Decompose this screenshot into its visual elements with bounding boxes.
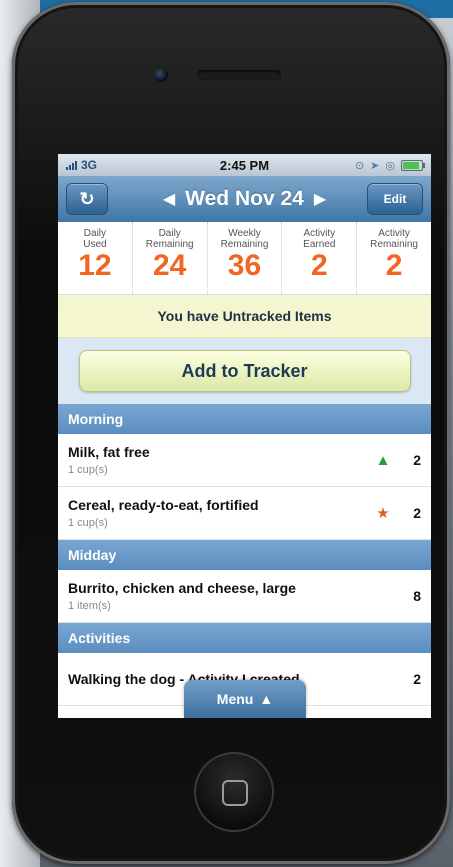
chevron-right-icon[interactable]: ▶ [304, 189, 336, 209]
list-item[interactable]: Cereal, ready-to-eat, fortified 1 cup(s)… [58, 487, 431, 540]
status-bar: 3G 2:45 PM ⊙ ➤ ◎ [58, 154, 431, 176]
item-points: 2 [413, 671, 421, 687]
stat-label: Daily Used [83, 228, 107, 250]
stat-weekly-remaining: Weekly Remaining 36 [208, 222, 283, 294]
app-screen: 3G 2:45 PM ⊙ ➤ ◎ ↻ ◀ Wed Nov 24 ▶ Edit D… [58, 154, 431, 718]
stat-value: 12 [78, 249, 112, 282]
nav-bar: ↻ ◀ Wed Nov 24 ▶ Edit [58, 176, 431, 222]
item-serving: 1 cup(s) [68, 517, 108, 529]
date-title: Wed Nov 24 [185, 187, 304, 210]
stat-value: 2 [310, 249, 328, 282]
item-points: 2 [413, 505, 421, 521]
clock: 2:45 PM [219, 157, 270, 173]
stat-value: 2 [385, 249, 403, 282]
home-square-icon [222, 780, 248, 806]
star-icon: ★ [376, 505, 390, 522]
item-serving: 1 cup(s) [68, 464, 108, 476]
item-points: 8 [413, 588, 421, 604]
untracked-notice[interactable]: You have Untracked Items [58, 295, 431, 338]
stat-value: 36 [227, 249, 262, 282]
stat-label: Activity Earned [303, 228, 336, 250]
refresh-icon: ↻ [79, 188, 95, 209]
item-points: 2 [413, 452, 421, 468]
add-to-tracker-button[interactable]: Add to Tracker [78, 350, 411, 392]
refresh-button[interactable]: ↻ [66, 183, 108, 215]
phone-frame: 3G 2:45 PM ⊙ ➤ ◎ ↻ ◀ Wed Nov 24 ▶ Edit D… [12, 2, 450, 864]
menu-label: Menu [216, 691, 254, 707]
stat-label: Activity Remaining [370, 228, 418, 250]
stat-activity-earned: Activity Earned 2 [282, 222, 358, 294]
home-button[interactable] [194, 752, 274, 832]
stat-daily-used: Daily Used 12 [58, 222, 133, 294]
item-text: Milk, fat free 1 cup(s) [68, 444, 373, 476]
points-summary: Daily Used 12 Daily Remaining 24 Weekly Rem… [58, 222, 431, 295]
item-serving: 1 item(s) [68, 600, 111, 612]
item-name: Burrito, chicken and cheese, large [68, 580, 296, 596]
item-name: Milk, fat free [68, 444, 150, 460]
stat-label: Daily Remaining [145, 228, 194, 250]
list-item[interactable]: Milk, fat free 1 cup(s) ▲ 2 [58, 434, 431, 487]
chevron-left-icon[interactable]: ◀ [153, 189, 185, 209]
stat-activity-remaining: Activity Remaining 2 [357, 222, 431, 294]
item-text: Burrito, chicken and cheese, large 1 ite… [68, 580, 407, 612]
section-header-morning: Morning [58, 404, 431, 434]
camera-icon [154, 68, 168, 82]
edit-button[interactable]: Edit [367, 183, 423, 215]
speaker-grille [197, 70, 281, 80]
battery-icon [401, 159, 425, 171]
list-item[interactable]: Burrito, chicken and cheese, large 1 ite… [58, 570, 431, 623]
item-name: Cereal, ready-to-eat, fortified [68, 497, 259, 513]
add-tracker-area: Add to Tracker [58, 338, 431, 404]
up-arrow-icon: ▲ [259, 691, 274, 707]
stat-daily-remaining: Daily Remaining 24 [133, 222, 208, 294]
section-header-activities: Activities [58, 623, 431, 653]
stat-label: Weekly Remaining [220, 228, 269, 250]
section-header-midday: Midday [58, 540, 431, 570]
up-triangle-icon: ▲ [375, 451, 391, 469]
item-text: Cereal, ready-to-eat, fortified 1 cup(s) [68, 497, 373, 529]
menu-button[interactable]: Menu ▲ [184, 680, 306, 718]
stat-value: 24 [153, 249, 187, 282]
